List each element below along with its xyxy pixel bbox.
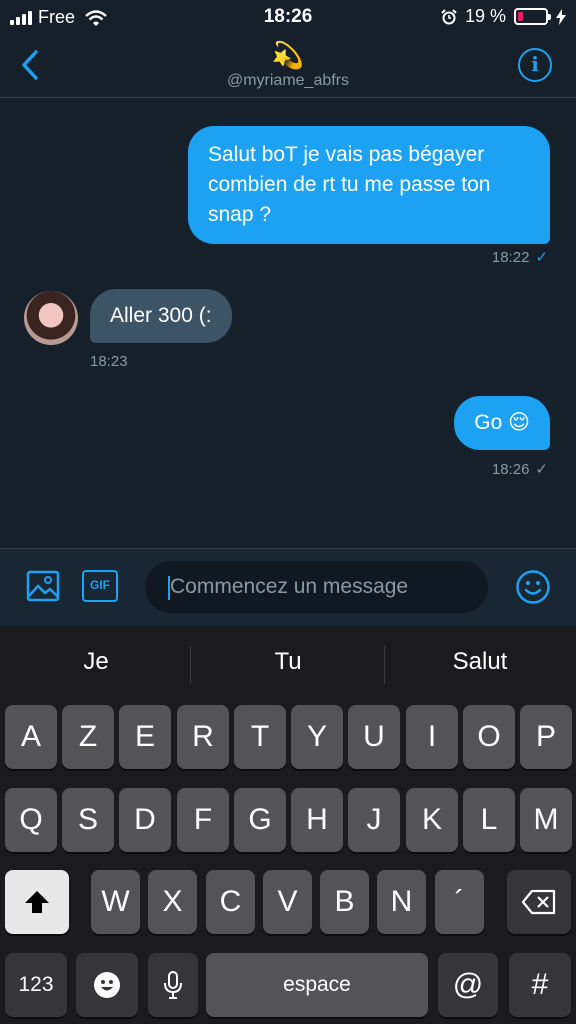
key-l[interactable]: L	[463, 788, 515, 852]
timestamp-text: 18:26	[491, 461, 530, 478]
timestamp-text: 18:22	[491, 249, 530, 266]
header-emoji: 💫	[271, 40, 305, 70]
info-button[interactable]: i	[518, 48, 552, 82]
key-t[interactable]: T	[234, 705, 286, 769]
shift-icon	[25, 891, 49, 913]
shift-key[interactable]	[5, 870, 69, 934]
sent-message-1[interactable]: Salut boT je vais pas bégayer combien de…	[188, 126, 550, 244]
hash-key[interactable]: #	[509, 953, 571, 1017]
key-q[interactable]: Q	[5, 788, 57, 852]
gif-button[interactable]: GIF	[82, 570, 118, 602]
sent-message-2[interactable]: Go 😌	[454, 396, 550, 450]
sent-check-icon: ✓	[535, 461, 548, 478]
key-p[interactable]: P	[520, 705, 572, 769]
key-k[interactable]: K	[406, 788, 458, 852]
key-w[interactable]: W	[91, 870, 140, 934]
emoji-keyboard-key[interactable]	[76, 953, 138, 1017]
message-composer: GIF	[0, 548, 576, 626]
conversation-handle[interactable]: @myriame_abfrs	[0, 72, 576, 90]
alarm-icon	[441, 8, 457, 24]
microphone-icon	[164, 971, 182, 999]
dictation-key[interactable]	[148, 953, 198, 1017]
key-s[interactable]: S	[62, 788, 114, 852]
battery-percent: 19 %	[464, 6, 506, 26]
key-x[interactable]: X	[148, 870, 197, 934]
suggestion-2[interactable]: Tu	[192, 648, 384, 676]
key-f[interactable]: F	[177, 788, 229, 852]
key-v[interactable]: V	[263, 870, 312, 934]
text-cursor	[168, 576, 170, 600]
keyboard: Je Tu Salut A Z E R T Y U I O P Q S D F …	[0, 626, 576, 1024]
key-accent[interactable]: ´	[435, 870, 484, 934]
emoji-keyboard-icon	[94, 972, 120, 998]
key-z[interactable]: Z	[62, 705, 114, 769]
suggestion-divider	[190, 646, 191, 684]
message-input[interactable]	[145, 561, 488, 613]
avatar[interactable]	[24, 291, 78, 345]
key-j[interactable]: J	[348, 788, 400, 852]
suggestion-3[interactable]: Salut	[384, 648, 576, 676]
charging-icon	[556, 8, 566, 25]
key-d[interactable]: D	[119, 788, 171, 852]
emoji-icon[interactable]	[515, 569, 551, 605]
status-right: 19 %	[441, 6, 566, 27]
key-i[interactable]: I	[406, 705, 458, 769]
key-e[interactable]: E	[119, 705, 171, 769]
suggestion-1[interactable]: Je	[0, 648, 192, 676]
message-1-timestamp: 18:22 ✓	[492, 248, 548, 266]
key-c[interactable]: C	[206, 870, 255, 934]
key-h[interactable]: H	[291, 788, 343, 852]
battery-icon	[514, 8, 551, 25]
key-b[interactable]: B	[320, 870, 369, 934]
message-3-timestamp: 18:26 ✓	[492, 460, 548, 478]
status-bar: Free 18:26 19 %	[0, 0, 576, 34]
message-2-timestamp: 18:23	[90, 353, 128, 370]
key-r[interactable]: R	[177, 705, 229, 769]
key-a[interactable]: A	[5, 705, 57, 769]
backspace-icon	[521, 889, 556, 915]
key-y[interactable]: Y	[291, 705, 343, 769]
key-m[interactable]: M	[520, 788, 572, 852]
key-n[interactable]: N	[377, 870, 426, 934]
numbers-key[interactable]: 123	[5, 953, 67, 1017]
space-key[interactable]: espace	[206, 953, 428, 1017]
read-check-icon: ✓	[535, 249, 548, 266]
received-message[interactable]: Aller 300 (:	[90, 289, 232, 343]
image-icon[interactable]	[26, 569, 60, 603]
backspace-key[interactable]	[507, 870, 571, 934]
conversation-header: 💫 @myriame_abfrs i	[0, 34, 576, 98]
at-key[interactable]: @	[438, 953, 498, 1017]
key-g[interactable]: G	[234, 788, 286, 852]
suggestion-bar: Je Tu Salut	[0, 626, 576, 704]
key-o[interactable]: O	[463, 705, 515, 769]
key-u[interactable]: U	[348, 705, 400, 769]
